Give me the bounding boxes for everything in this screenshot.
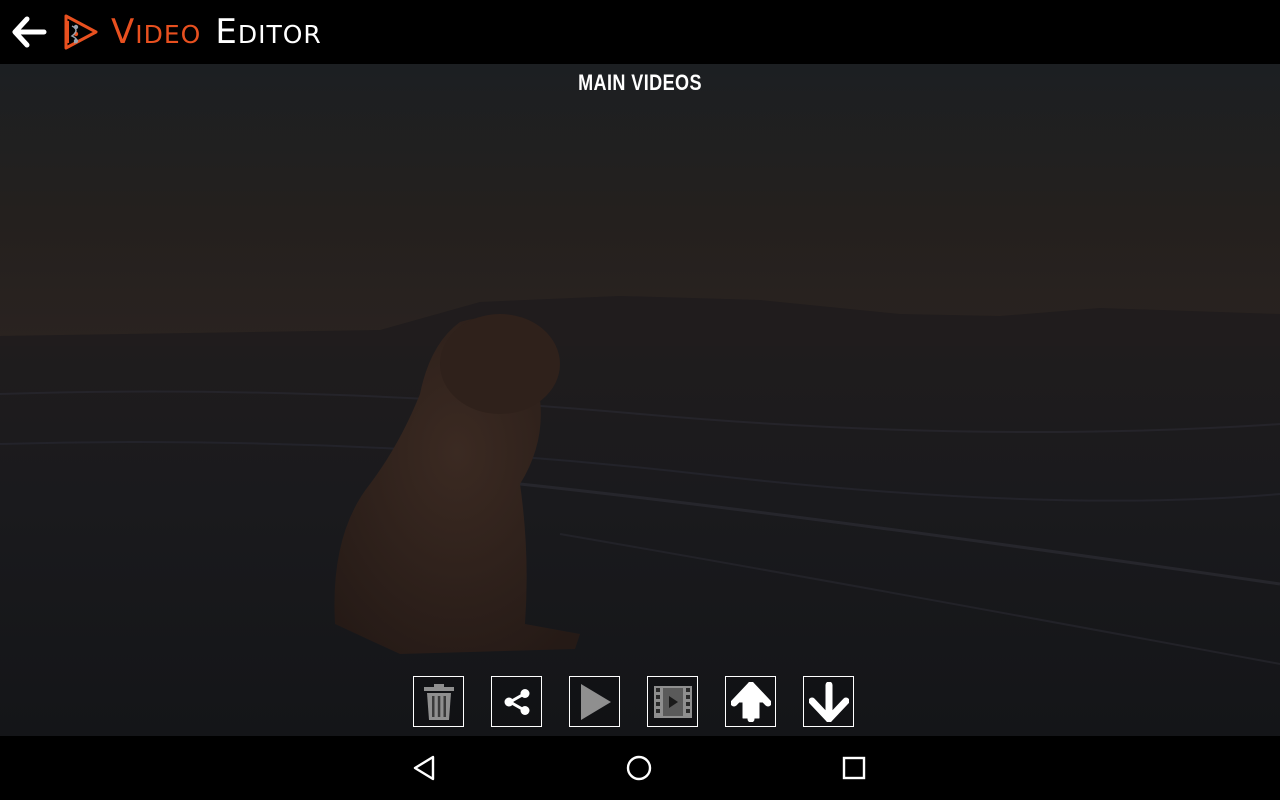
section-title: MAIN VIDEOS [578,70,702,95]
app-title-video: V IDEO [111,10,201,57]
delete-button[interactable] [413,676,464,727]
square-recents-icon [842,756,866,780]
video-editor-logo-icon [60,12,100,52]
arrow-left-icon [12,16,47,48]
video-preview[interactable]: MAIN VIDEOS [0,64,1280,736]
film-icon [653,685,692,718]
app-title-editor-cap: E [215,12,238,52]
preview-image [0,64,1280,736]
arrow-up-icon [730,681,771,722]
nav-recents-button[interactable] [838,752,870,784]
app-title: V IDEO E DITOR [111,10,336,54]
app-title-video-cap: V [111,12,136,52]
triangle-back-icon [413,755,435,781]
trash-icon [423,683,454,720]
play-button[interactable] [569,676,620,727]
video-editor-app: V IDEO E DITOR MAIN VIDEOS [0,0,1280,800]
app-title-editor: E DITOR [215,10,321,57]
nav-back-button[interactable] [408,752,440,784]
move-down-button[interactable] [803,676,854,727]
play-icon [580,683,611,720]
app-bar: V IDEO E DITOR [0,0,1280,64]
system-nav-bar [0,736,1280,800]
share-icon [504,688,529,715]
video-clip-button[interactable] [647,676,698,727]
share-button[interactable] [491,676,542,727]
app-title-editor-rest: DITOR [237,20,322,49]
back-button[interactable] [8,12,50,52]
arrow-down-icon [808,681,849,722]
action-toolbar [413,676,854,727]
circle-home-icon [626,755,652,781]
move-up-button[interactable] [725,676,776,727]
app-title-video-rest: IDEO [135,20,202,49]
nav-home-button[interactable] [623,752,655,784]
